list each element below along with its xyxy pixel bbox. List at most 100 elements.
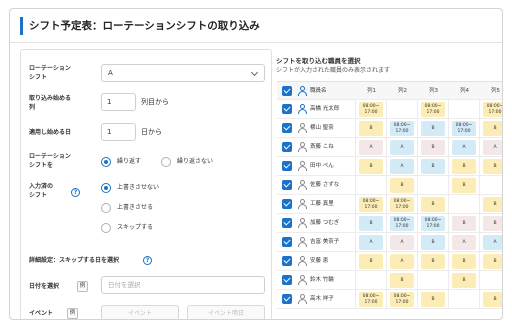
- staff-checkbox[interactable]: [282, 256, 292, 266]
- column-divider: [448, 176, 449, 194]
- rotation-shift-select[interactable]: A: [101, 64, 265, 82]
- table-row[interactable]: 鈴木 竹輪 B B: [277, 271, 502, 290]
- column-divider: [448, 100, 449, 118]
- staff-checkbox[interactable]: [282, 180, 292, 190]
- column-divider: [355, 119, 356, 137]
- staff-checkbox[interactable]: [282, 275, 292, 285]
- column-divider: [448, 214, 449, 232]
- staff-checkbox[interactable]: [282, 161, 292, 171]
- shift-cell: B: [483, 159, 502, 174]
- page-title: シフト予定表：ローテーションシフトの取り込み: [20, 17, 260, 35]
- select-all-checkbox[interactable]: [282, 86, 292, 96]
- shift-cell: B: [359, 121, 383, 136]
- table-row[interactable]: 佐藤 さずな B B: [277, 176, 502, 195]
- shift-cell: B: [359, 159, 383, 174]
- staff-checkbox[interactable]: [282, 237, 292, 247]
- column-divider: [355, 157, 356, 175]
- repeat-radio[interactable]: [101, 157, 111, 167]
- shift-cell: B: [421, 235, 445, 250]
- column-divider: [355, 195, 356, 213]
- column-divider: [386, 157, 387, 175]
- shift-cell: B: [452, 178, 476, 193]
- help-icon[interactable]: ?: [143, 256, 152, 265]
- start-column-label: 取り込み始める 列: [29, 94, 71, 112]
- staff-checkbox[interactable]: [282, 104, 292, 114]
- column-divider: [479, 195, 480, 213]
- example-tag[interactable]: 例: [67, 308, 78, 319]
- column-divider: [355, 176, 356, 194]
- table-row[interactable]: 高橋 光太郎 08:00~ 17:00 08:00~ 17:00 08:00~ 17:00: [277, 100, 502, 119]
- shift-cell: 08:00~ 17:00: [359, 197, 383, 212]
- event-select[interactable]: イベント: [101, 305, 179, 319]
- entered-shift-label: 入力済の シフト: [29, 182, 53, 200]
- shift-cell: B: [390, 273, 414, 288]
- staff-table-subheading: シフトが入力された職員のみ表示されます: [276, 67, 391, 74]
- date-select-label: 日付を選択: [29, 283, 60, 290]
- example-tag[interactable]: 例: [77, 281, 88, 292]
- shift-cell: 08:00~ 17:00: [421, 216, 445, 231]
- start-column-label-line2: 列: [29, 104, 36, 111]
- shift-cell: B: [421, 254, 445, 269]
- person-icon: [298, 275, 307, 285]
- shift-cell: 08:00~ 17:00: [359, 102, 383, 117]
- table-row[interactable]: 田中 ぺん B A B B B: [277, 157, 502, 176]
- skip-radio[interactable]: [101, 223, 111, 233]
- person-icon: [298, 123, 307, 133]
- column-divider: [386, 233, 387, 251]
- staff-table: 職員名 列1 列2 列3 列4 列5 高橋 光太郎 08:00~ 17:00 08:0…: [277, 81, 502, 313]
- shift-cell: A: [483, 140, 502, 155]
- event-tomorrow-button[interactable]: イベント明日: [187, 305, 265, 319]
- column-divider: [479, 100, 480, 118]
- column-divider: [355, 100, 356, 118]
- column-divider: [355, 290, 356, 308]
- person-icon: [298, 218, 307, 228]
- shift-cell: A: [359, 235, 383, 250]
- title-divider: [10, 42, 502, 43]
- repeat-rotation-label: ローテーション シフトを: [29, 152, 71, 170]
- no-repeat-radio[interactable]: [161, 157, 171, 167]
- rotation-shift-label-line1: ローテーション: [29, 65, 71, 72]
- staff-checkbox[interactable]: [282, 199, 292, 209]
- column-divider: [448, 233, 449, 251]
- staff-name: 鈴木 竹輪: [310, 277, 334, 283]
- column-header: 列5: [491, 88, 500, 94]
- date-select-input[interactable]: 日付を選択: [101, 276, 265, 294]
- staff-checkbox[interactable]: [282, 142, 292, 152]
- table-header-row: 職員名 列1 列2 列3 列4 列5: [277, 82, 502, 100]
- staff-name: 安藤 恵: [310, 258, 329, 264]
- person-icon: [298, 86, 307, 96]
- shift-cell: B: [421, 197, 445, 212]
- table-row[interactable]: 工藤 真里 08:00~ 17:00 08:00~ 17:00 B B: [277, 195, 502, 214]
- apply-start-day-suffix: 日から: [141, 128, 162, 136]
- person-icon: [298, 142, 307, 152]
- table-row[interactable]: 斎藤 こね A A B A A: [277, 138, 502, 157]
- table-row[interactable]: 高木 祥子 08:00~ 17:00 08:00~ 17:00 B B: [277, 290, 502, 309]
- table-row[interactable]: 安藤 恵BABBB: [277, 252, 502, 271]
- overwrite-radio[interactable]: [101, 203, 111, 213]
- staff-checkbox[interactable]: [282, 218, 292, 228]
- staff-name: 工藤 真里: [310, 201, 334, 207]
- skip-radio-label: スキップする: [117, 224, 154, 231]
- column-divider: [386, 290, 387, 308]
- table-row[interactable]: 加藤 つむぎ B 08:00~ 17:00 08:00~ 17:00 B B: [277, 214, 502, 233]
- staff-checkbox[interactable]: [282, 294, 292, 304]
- table-row[interactable]: 横山 聖奈 B 08:00~ 17:00 B 08:00~ 17:00 B: [277, 119, 502, 138]
- help-icon[interactable]: ?: [71, 188, 80, 197]
- person-icon: [298, 161, 307, 171]
- column-divider: [479, 233, 480, 251]
- start-column-input[interactable]: 1: [101, 93, 136, 111]
- settings-panel: ローテーション シフト A 取り込み始める 列 1 列目から 適用し始める日 1…: [20, 49, 272, 319]
- shift-cell: B: [421, 121, 445, 136]
- entered-shift-label-line2: シフト: [29, 192, 48, 199]
- column-divider: [355, 214, 356, 232]
- apply-start-day-input[interactable]: 1: [101, 123, 136, 141]
- person-icon: [298, 199, 307, 209]
- table-row[interactable]: 吉富 美奈子 A A B A A: [277, 233, 502, 252]
- overwrite-radio-label: 上書きさせる: [117, 204, 154, 211]
- column-divider: [417, 176, 418, 194]
- shift-cell: B: [359, 216, 383, 231]
- no-overwrite-radio[interactable]: [101, 183, 111, 193]
- entered-shift-label-line1: 入力済の: [29, 183, 54, 190]
- column-divider: [417, 214, 418, 232]
- staff-checkbox[interactable]: [282, 123, 292, 133]
